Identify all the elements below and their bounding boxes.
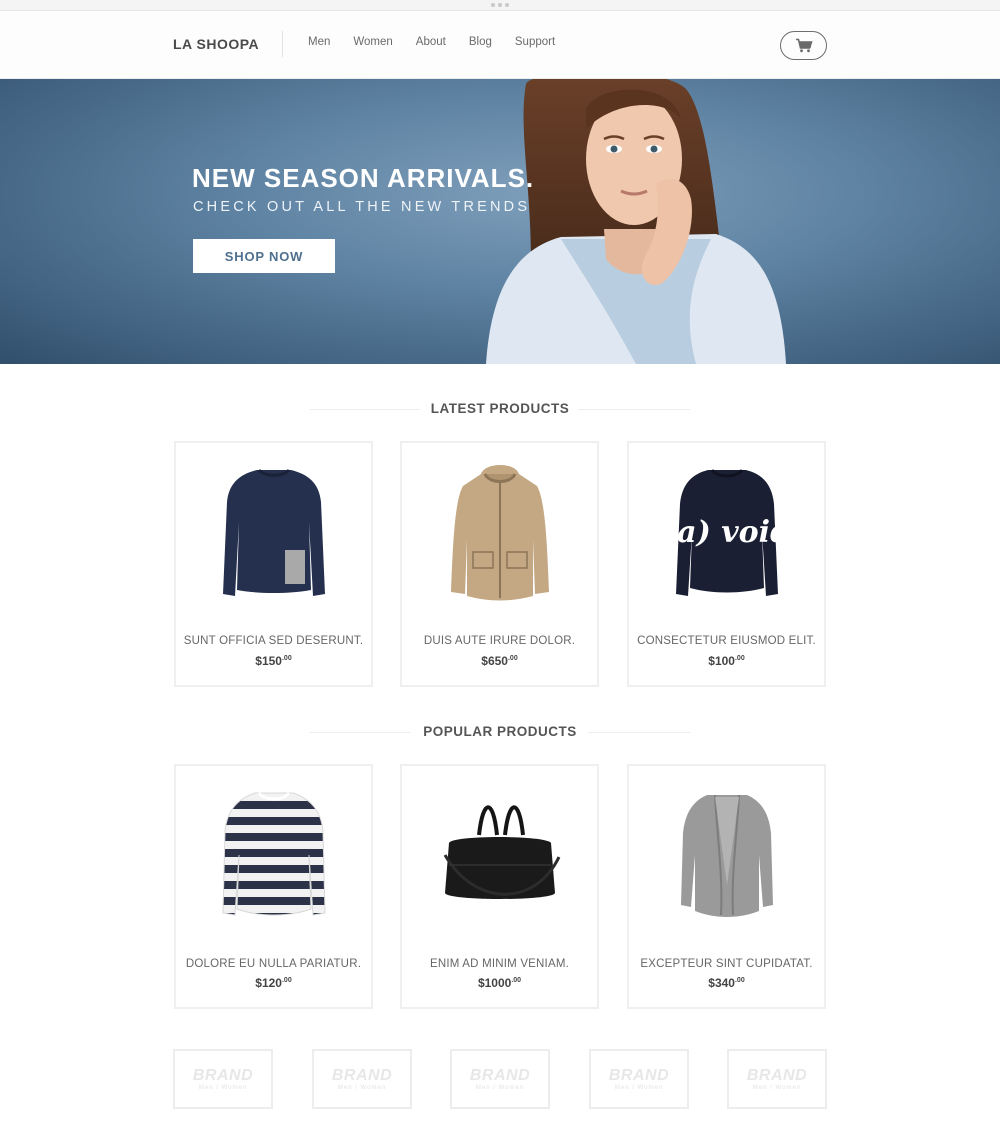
hero-banner: NEW SEASON ARRIVALS. CHECK OUT ALL THE N… bbox=[0, 79, 1000, 364]
hero-subtitle: CHECK OUT ALL THE NEW TRENDS bbox=[193, 199, 531, 215]
cart-button[interactable] bbox=[780, 31, 827, 60]
hero-model-image bbox=[486, 79, 786, 364]
cart-icon bbox=[795, 38, 813, 53]
main-nav: Men Women About Blog Support bbox=[308, 36, 578, 48]
shop-now-button[interactable]: SHOP NOW bbox=[193, 239, 335, 273]
window-top-strip bbox=[0, 0, 1000, 11]
product-price: $120.00 bbox=[255, 976, 292, 990]
product-card[interactable]: EXCEPTEUR SINT CUPIDATAT. $340.00 bbox=[627, 764, 826, 1009]
striped-top-icon bbox=[176, 780, 371, 930]
product-price: $100.00 bbox=[708, 654, 745, 668]
product-card[interactable]: DOLORE EU NULLA PARIATUR. $120.00 bbox=[174, 764, 373, 1009]
brand-logo[interactable]: BRAND Men / Women bbox=[727, 1049, 827, 1109]
nav-link-support[interactable]: Support bbox=[515, 36, 555, 48]
product-price: $340.00 bbox=[708, 976, 745, 990]
nav-link-blog[interactable]: Blog bbox=[469, 36, 492, 48]
product-price: $1000.00 bbox=[477, 976, 522, 990]
brand-logo[interactable]: BRAND Men / Women bbox=[450, 1049, 550, 1109]
product-card[interactable]: ENIM AD MINIM VENIAM. $1000.00 bbox=[400, 764, 599, 1009]
svg-text:(a) void: (a) void bbox=[672, 515, 782, 550]
beige-parka-icon bbox=[402, 457, 597, 607]
product-card[interactable]: DUIS AUTE IRURE DOLOR. $650.00 bbox=[400, 441, 599, 687]
nav-link-men[interactable]: Men bbox=[308, 36, 330, 48]
popular-products-title: POPULAR PRODUCTS bbox=[423, 724, 577, 739]
drag-grip-icon[interactable] bbox=[491, 3, 509, 7]
product-price: $650.00 bbox=[481, 654, 518, 668]
navy-sweater-icon bbox=[176, 457, 371, 607]
site-logo[interactable]: LA SHOOPA bbox=[173, 36, 259, 52]
product-price: $150.00 bbox=[255, 654, 292, 668]
site-header: LA SHOOPA Men Women About Blog Support bbox=[0, 11, 1000, 79]
hero-title: NEW SEASON ARRIVALS. bbox=[192, 163, 535, 193]
leather-bag-icon bbox=[402, 780, 597, 930]
nav-link-women[interactable]: Women bbox=[353, 36, 392, 48]
product-name[interactable]: ENIM AD MINIM VENIAM. bbox=[402, 958, 597, 970]
product-name[interactable]: EXCEPTEUR SINT CUPIDATAT. bbox=[629, 958, 824, 970]
brand-logo[interactable]: BRAND Men / Women bbox=[173, 1049, 273, 1109]
void-sweatshirt-icon: (a) void bbox=[629, 457, 824, 607]
brand-logo[interactable]: BRAND Men / Women bbox=[312, 1049, 412, 1109]
product-card[interactable]: SUNT OFFICIA SED DESERUNT. $150.00 bbox=[174, 441, 373, 687]
product-name[interactable]: CONSECTETUR EIUSMOD ELIT. bbox=[629, 635, 824, 647]
nav-link-about[interactable]: About bbox=[416, 36, 446, 48]
grey-cardigan-icon bbox=[629, 780, 824, 930]
latest-products-title: LATEST PRODUCTS bbox=[430, 401, 570, 416]
header-divider bbox=[282, 31, 283, 57]
product-card[interactable]: (a) void CONSECTETUR EIUSMOD ELIT. $100.… bbox=[627, 441, 826, 687]
brand-logo[interactable]: BRAND Men / Women bbox=[589, 1049, 689, 1109]
product-name[interactable]: DOLORE EU NULLA PARIATUR. bbox=[176, 958, 371, 970]
product-name[interactable]: SUNT OFFICIA SED DESERUNT. bbox=[176, 635, 371, 647]
product-name[interactable]: DUIS AUTE IRURE DOLOR. bbox=[402, 635, 597, 647]
